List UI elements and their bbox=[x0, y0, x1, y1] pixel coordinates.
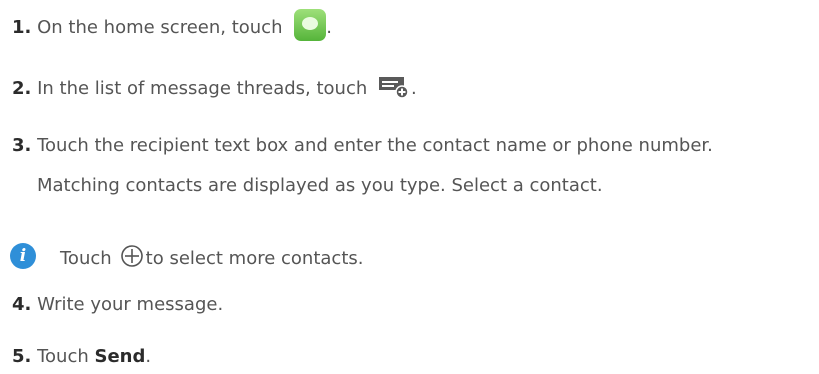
info-icon: i bbox=[10, 243, 36, 269]
step-4: 4. Write your message. bbox=[12, 293, 223, 317]
step-end: . bbox=[145, 346, 152, 367]
step-text: Touch bbox=[37, 346, 95, 367]
step-end: . bbox=[410, 78, 417, 99]
step-1: 1. On the home screen, touch . bbox=[12, 9, 332, 41]
step-text: Matching contacts are displayed as you t… bbox=[37, 175, 603, 196]
step-5: 5. Touch Send. bbox=[12, 345, 151, 369]
plus-circle-icon bbox=[120, 244, 144, 275]
step-number: 4. bbox=[12, 294, 32, 315]
step-number: 1. bbox=[12, 17, 32, 38]
send-keyword: Send bbox=[94, 346, 146, 367]
step-text: Write your message. bbox=[37, 294, 224, 315]
step-text: On the home screen, touch bbox=[37, 17, 289, 38]
note-text-start: Touch bbox=[60, 248, 112, 269]
step-text: Touch the recipient text box and enter t… bbox=[37, 135, 713, 156]
messaging-app-icon bbox=[294, 9, 327, 41]
step-text: In the list of message threads, touch bbox=[37, 78, 373, 99]
note: Touch to select more contacts. bbox=[60, 244, 363, 275]
step-3-continuation: Matching contacts are displayed as you t… bbox=[37, 174, 603, 198]
note-text-end: to select more contacts. bbox=[145, 248, 364, 269]
step-3: 3. Touch the recipient text box and ente… bbox=[12, 134, 713, 158]
step-end: . bbox=[326, 17, 332, 38]
step-number: 3. bbox=[12, 135, 32, 156]
step-number: 5. bbox=[12, 346, 32, 367]
step-number: 2. bbox=[12, 78, 32, 99]
new-message-icon bbox=[378, 76, 411, 105]
step-2: 2. In the list of message threads, touch… bbox=[12, 76, 417, 105]
